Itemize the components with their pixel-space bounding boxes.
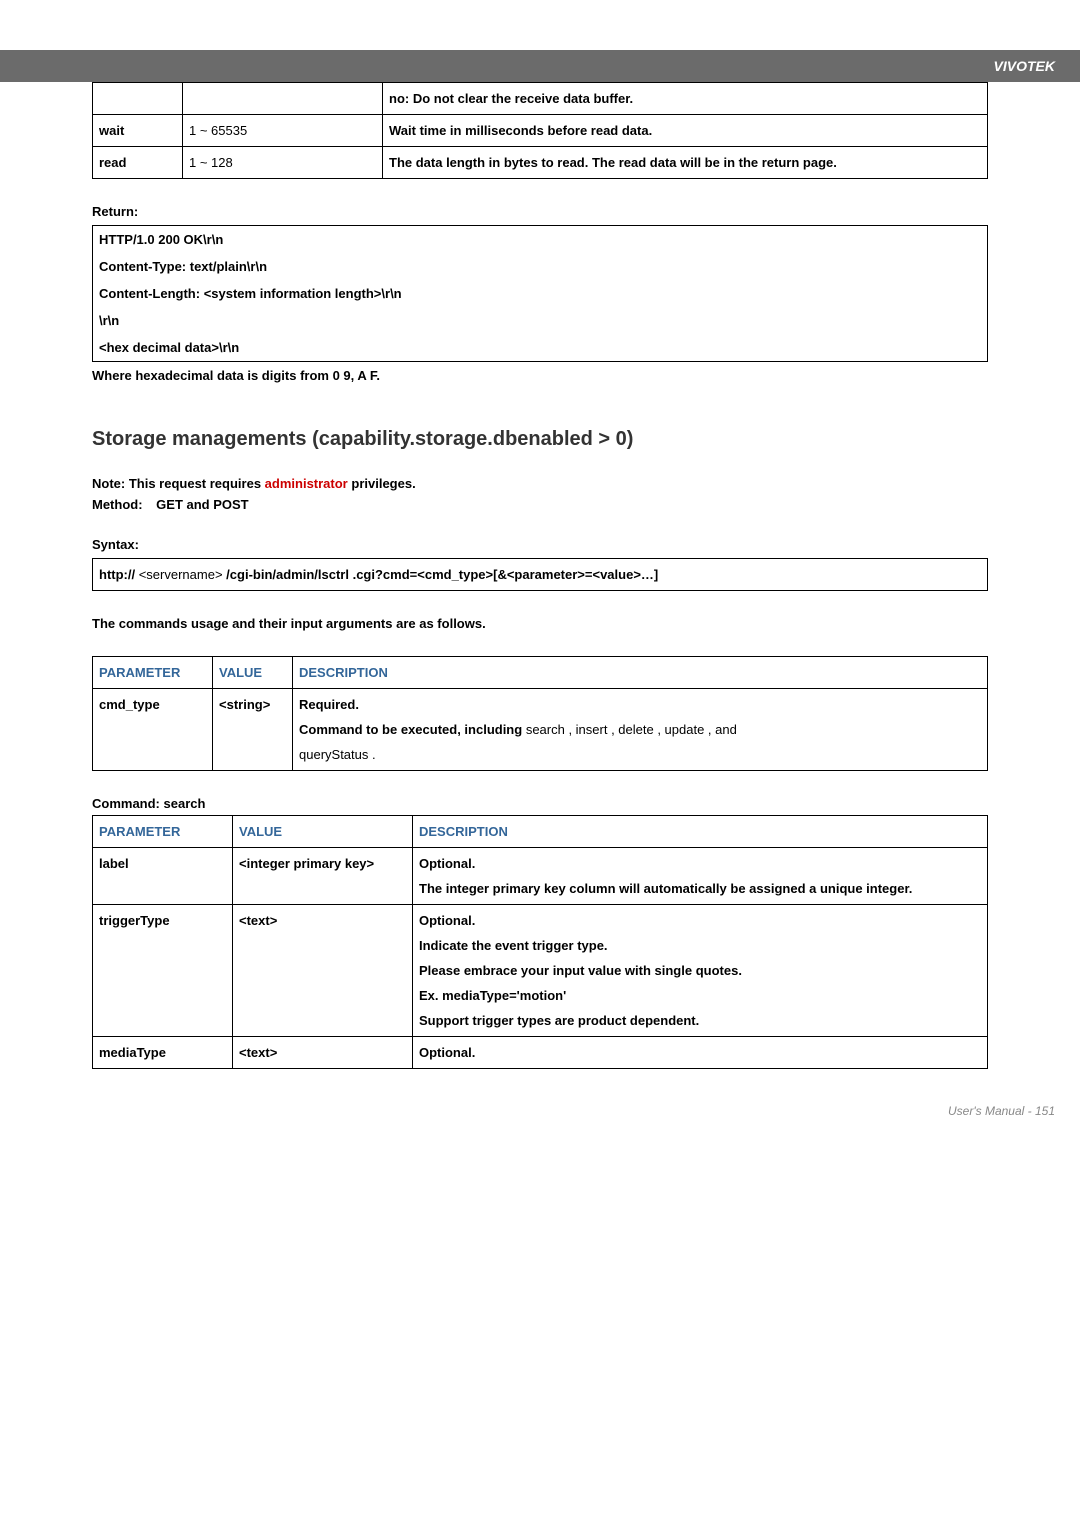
cell-value: 1 ~ 65535	[183, 115, 383, 147]
method-line: Method: GET and POST	[92, 497, 988, 512]
d1: The integer primary key column will auto…	[419, 881, 981, 896]
return-section: Return: HTTP/1.0 200 OK\r\n Content-Type…	[92, 204, 988, 383]
table-header-row: PARAMETER VALUE DESCRIPTION	[93, 816, 988, 848]
header-bar: VIVOTEK	[0, 50, 1080, 82]
table-row: cmd_type <string> Required. Command to b…	[93, 689, 988, 771]
return-label: Return:	[92, 204, 988, 219]
col-header-value: VALUE	[233, 816, 413, 848]
syntax-server: <servername>	[139, 567, 223, 582]
d3: Ex. mediaType='motion'	[419, 988, 981, 1003]
table-header-row: PARAMETER VALUE DESCRIPTION	[93, 657, 988, 689]
command-label: Command: search	[92, 796, 988, 811]
cell-param: read	[93, 147, 183, 179]
section-heading: Storage managements (capability.storage.…	[92, 428, 988, 451]
col-header-param: PARAMETER	[93, 657, 213, 689]
cmd-label: Command:	[92, 796, 164, 811]
table-row: label <integer primary key> Optional. Th…	[93, 848, 988, 905]
d1: Indicate the event trigger type.	[419, 938, 981, 953]
syntax-suffix: .cgi?cmd=<cmd_type>[&<parameter>=<value>…	[353, 567, 659, 582]
cell-desc: no: Do not clear the receive data buffer…	[383, 83, 988, 115]
desc-t3: queryStatus .	[299, 747, 981, 762]
cell-desc: Required. Command to be executed, includ…	[293, 689, 988, 771]
return-line: HTTP/1.0 200 OK\r\n	[93, 226, 987, 253]
syntax-label: Syntax:	[92, 537, 988, 552]
table-row: triggerType <text> Optional. Indicate th…	[93, 905, 988, 1037]
d0: Optional.	[419, 913, 981, 928]
cell-value: <integer primary key>	[233, 848, 413, 905]
d0: Optional.	[419, 856, 981, 871]
table-waitread: no: Do not clear the receive data buffer…	[92, 82, 988, 179]
col-header-value: VALUE	[213, 657, 293, 689]
notes-block: Note: This request requires administrato…	[92, 476, 988, 512]
col-header-param: PARAMETER	[93, 816, 233, 848]
syntax-path: /cgi-bin/admin/lsctrl	[226, 567, 349, 582]
page-content: no: Do not clear the receive data buffer…	[0, 82, 1080, 1089]
cell-value: 1 ~ 128	[183, 147, 383, 179]
desc-req: Required.	[299, 697, 981, 712]
table-row: read 1 ~ 128 The data length in bytes to…	[93, 147, 988, 179]
syntax-box: http:// <servername> /cgi-bin/admin/lsct…	[92, 558, 988, 591]
d2: Please embrace your input value with sin…	[419, 963, 981, 978]
note-line: Note: This request requires administrato…	[92, 476, 988, 491]
cell-param: triggerType	[93, 905, 233, 1037]
table-row: wait 1 ~ 65535 Wait time in milliseconds…	[93, 115, 988, 147]
table-search: PARAMETER VALUE DESCRIPTION label <integ…	[92, 815, 988, 1069]
cell-param: wait	[93, 115, 183, 147]
note-prefix: Note:	[92, 476, 125, 491]
syntax-block: Syntax: http:// <servername> /cgi-bin/ad…	[92, 537, 988, 591]
syntax-prefix: http://	[99, 567, 135, 582]
cell-desc: Wait time in milliseconds before read da…	[383, 115, 988, 147]
admin-text: administrator	[265, 476, 348, 491]
table-cmdtype: PARAMETER VALUE DESCRIPTION cmd_type <st…	[92, 656, 988, 771]
cell-param: mediaType	[93, 1037, 233, 1069]
col-header-desc: DESCRIPTION	[413, 816, 988, 848]
return-line: Content-Type: text/plain\r\n	[93, 253, 987, 280]
cell-desc: Optional.	[413, 1037, 988, 1069]
d4: Support trigger types are product depend…	[419, 1013, 981, 1028]
brand-text: VIVOTEK	[994, 58, 1055, 74]
cell-param: label	[93, 848, 233, 905]
footer: User's Manual - 151	[0, 1089, 1080, 1133]
d0: Optional.	[419, 1045, 981, 1060]
method-text: GET and POST	[156, 497, 248, 512]
return-line: <hex decimal data>\r\n	[93, 334, 987, 361]
desc-t1: Command to be executed, including	[299, 722, 526, 737]
method-prefix: Method:	[92, 497, 143, 512]
cell-value	[183, 83, 383, 115]
cell-desc: Optional. Indicate the event trigger typ…	[413, 905, 988, 1037]
desc-t2: search , insert , delete , update , and	[526, 722, 737, 737]
cell-param: cmd_type	[93, 689, 213, 771]
col-header-desc: DESCRIPTION	[293, 657, 988, 689]
return-line: \r\n	[93, 307, 987, 334]
cell-value: <text>	[233, 905, 413, 1037]
desc-body: Command to be executed, including search…	[299, 722, 981, 737]
return-box: HTTP/1.0 200 OK\r\n Content-Type: text/p…	[92, 225, 988, 362]
note-suffix: privileges.	[351, 476, 415, 491]
return-line: Content-Length: <system information leng…	[93, 280, 987, 307]
footer-text: User's Manual - 151	[948, 1104, 1055, 1118]
table-row: no: Do not clear the receive data buffer…	[93, 83, 988, 115]
cmd-name: search	[164, 796, 206, 811]
cell-desc: The data length in bytes to read. The re…	[383, 147, 988, 179]
cell-value: <string>	[213, 689, 293, 771]
table-row: mediaType <text> Optional.	[93, 1037, 988, 1069]
return-note: Where hexadecimal data is digits from 0 …	[92, 368, 988, 383]
note-body: This request requires	[129, 476, 265, 491]
cell-desc: Optional. The integer primary key column…	[413, 848, 988, 905]
cell-param	[93, 83, 183, 115]
cell-value: <text>	[233, 1037, 413, 1069]
commands-intro: The commands usage and their input argum…	[92, 616, 988, 631]
